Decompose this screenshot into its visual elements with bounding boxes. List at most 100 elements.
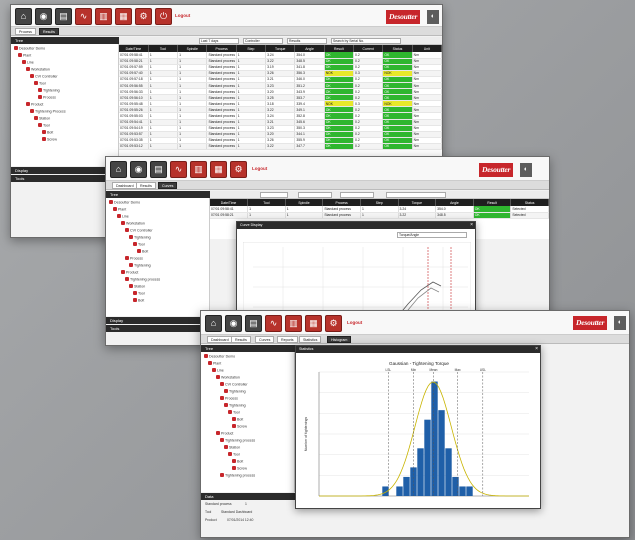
tree-node[interactable]: Product (26, 102, 43, 108)
column-header[interactable]: Spindle (177, 45, 208, 52)
column-header[interactable]: Status (510, 199, 549, 206)
tab-results[interactable]: Results (39, 28, 59, 35)
tree-node[interactable]: Tool (38, 123, 50, 129)
settings-icon[interactable]: ⚙ (135, 8, 152, 25)
statistics-icon[interactable]: ▦ (115, 8, 132, 25)
date-filter[interactable] (260, 192, 288, 198)
tree-node[interactable]: Workstation (26, 67, 50, 73)
column-header[interactable]: Current (353, 45, 384, 52)
tree-node[interactable]: Screw (232, 466, 247, 472)
column-header[interactable]: Tool (148, 45, 179, 52)
tab-dashboard[interactable]: Dashboard (207, 336, 233, 343)
dashboard-icon[interactable]: ◉ (130, 161, 147, 178)
tree-node[interactable]: Tightening (224, 403, 246, 409)
statistics-icon[interactable]: ▦ (210, 161, 227, 178)
tab-curves[interactable]: Curves (255, 336, 275, 343)
tree-node[interactable]: Tightening (224, 389, 246, 395)
tree-node[interactable]: Tool (228, 452, 240, 458)
tree-node[interactable]: Tool (133, 242, 145, 248)
dashboard-icon[interactable]: ◉ (225, 315, 242, 332)
tree-node[interactable]: Bolt (133, 298, 144, 304)
tab-curves[interactable]: Curves (158, 182, 178, 189)
tree-node[interactable]: Product (121, 270, 138, 276)
mode-filter[interactable] (340, 192, 374, 198)
tree-node[interactable]: Process (38, 95, 56, 101)
reports-icon[interactable]: ▥ (95, 8, 112, 25)
column-header[interactable]: Angle (435, 199, 474, 206)
column-header[interactable]: Unit (412, 45, 442, 52)
tree-node[interactable]: Screw (232, 424, 247, 430)
tree-node[interactable]: Tightening process (220, 473, 255, 479)
display-bar[interactable]: Display (106, 317, 210, 324)
logout-link[interactable]: Logout (175, 13, 190, 18)
tree-node[interactable]: CVI Controller (125, 228, 153, 234)
close-icon[interactable]: × (470, 222, 473, 229)
tree-node[interactable]: Tool (34, 81, 46, 87)
column-header[interactable]: Process (206, 45, 237, 52)
view-filter[interactable]: Controller (243, 38, 283, 44)
column-header[interactable]: Date/Time (210, 199, 249, 206)
home-icon[interactable]: ⌂ (110, 161, 127, 178)
tools-bar[interactable]: Tools (106, 325, 210, 332)
reports-icon[interactable]: ▥ (190, 161, 207, 178)
tab-process[interactable]: Process (15, 28, 36, 35)
tab-dashboard[interactable]: Dashboard (112, 182, 138, 189)
tree-node[interactable]: Tightening process (125, 277, 160, 283)
mode-filter[interactable]: Results (287, 38, 327, 44)
table-row[interactable]: 07/01 09:58:21 1 1 Standard process 1 3.22 348… (210, 212, 549, 219)
tab-results[interactable]: Results (136, 182, 156, 189)
column-header[interactable]: Date/Time (119, 45, 149, 52)
column-header[interactable]: Torque (265, 45, 296, 52)
tree-node[interactable]: Bolt (42, 130, 53, 136)
column-header[interactable]: Step (236, 45, 267, 52)
home-icon[interactable]: ⌂ (205, 315, 222, 332)
tab-statistics[interactable]: Statistics (299, 336, 322, 343)
tree-node[interactable]: Plant (18, 53, 31, 59)
tree-node[interactable]: Station (224, 445, 240, 451)
date-filter[interactable]: Last 7 days (199, 38, 239, 44)
curves-icon[interactable]: ∿ (265, 315, 282, 332)
tree-node[interactable]: Process (125, 256, 143, 262)
results-icon[interactable]: ▤ (55, 8, 72, 25)
curves-icon[interactable]: ∿ (170, 161, 187, 178)
tree-node[interactable]: Line (117, 214, 129, 220)
column-header[interactable]: Status (382, 45, 413, 52)
tab-reports[interactable]: Reports (277, 336, 298, 343)
display-bar[interactable]: Display (11, 167, 119, 174)
tab-histogram[interactable]: Histogram (327, 336, 352, 343)
tree-node[interactable]: Tightening (38, 88, 60, 94)
tree-node[interactable]: Product (216, 431, 233, 437)
column-header[interactable]: Torque (398, 199, 437, 206)
logout-link[interactable]: Logout (252, 166, 267, 171)
curves-icon[interactable]: ∿ (75, 8, 92, 25)
column-header[interactable]: Spindle (285, 199, 324, 206)
tree-node[interactable]: Tightening (129, 263, 151, 269)
column-header[interactable]: Result (473, 199, 512, 206)
tree-node[interactable]: Screw (42, 137, 57, 143)
tree-node[interactable]: Bolt (137, 249, 148, 255)
dashboard-icon[interactable]: ◉ (35, 8, 52, 25)
settings-icon[interactable]: ⚙ (325, 315, 342, 332)
column-header[interactable]: Result (324, 45, 355, 52)
statistics-icon[interactable]: ▦ (305, 315, 322, 332)
tools-bar[interactable]: Tools (11, 175, 119, 182)
tree-node[interactable]: Desoutter Demo (109, 200, 140, 206)
tree-node[interactable]: Tool (228, 410, 240, 416)
tree-node[interactable]: CVI Controller (30, 74, 58, 80)
tree-node[interactable]: Desoutter Demo (204, 354, 235, 360)
tree-node[interactable]: Bolt (232, 459, 243, 465)
tree-node[interactable]: Line (22, 60, 34, 66)
column-header[interactable]: Angle (294, 45, 325, 52)
logout-link[interactable]: Logout (347, 320, 362, 325)
home-icon[interactable]: ⌂ (15, 8, 32, 25)
view-filter[interactable] (298, 192, 332, 198)
tree-node[interactable]: Tightening Process (30, 109, 66, 115)
close-icon[interactable]: × (535, 346, 538, 353)
reports-icon[interactable]: ▥ (285, 315, 302, 332)
tree-node[interactable]: Tightening process (220, 438, 255, 444)
tree-node[interactable]: Plant (208, 361, 221, 367)
tree-node[interactable]: Workstation (121, 221, 145, 227)
column-header[interactable]: Step (360, 199, 399, 206)
results-icon[interactable]: ▤ (150, 161, 167, 178)
tree-node[interactable]: Tool (133, 291, 145, 297)
